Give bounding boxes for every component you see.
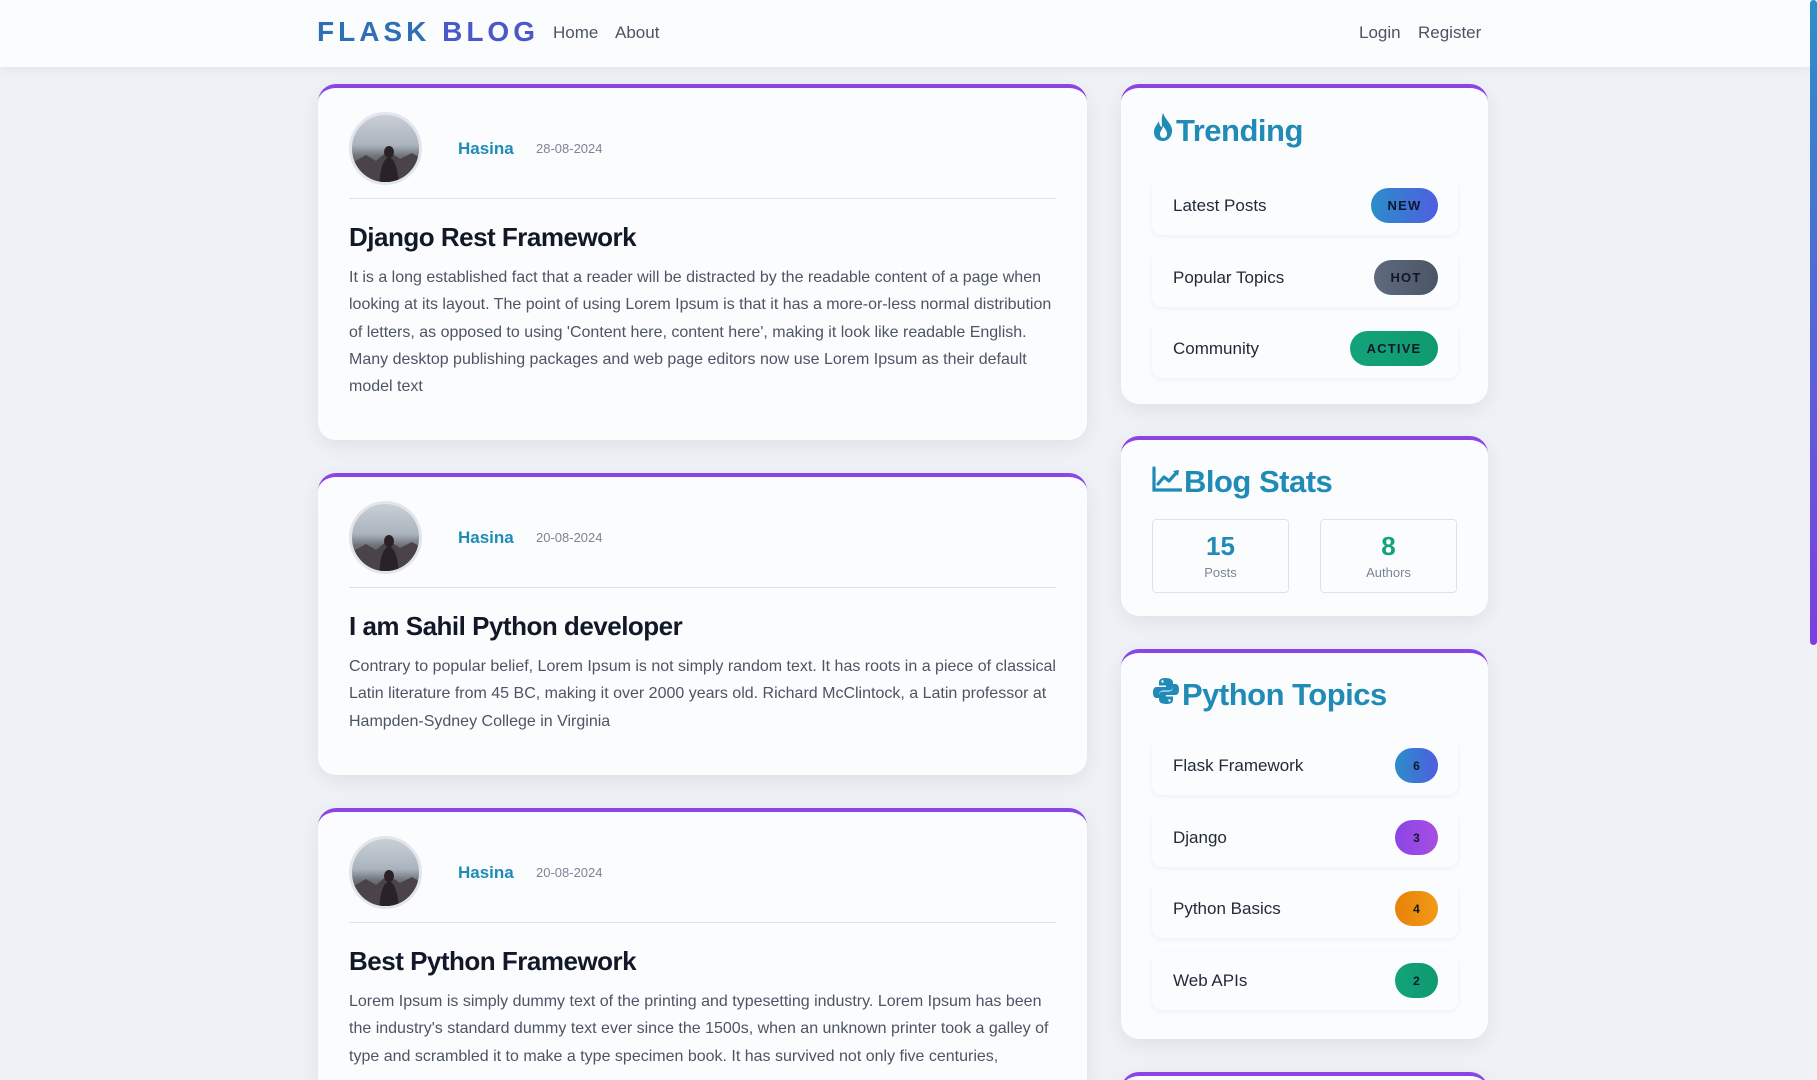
topic-item[interactable]: Python Basics 4: [1152, 880, 1458, 938]
post-excerpt: Contrary to popular belief, Lorem Ipsum …: [349, 658, 1056, 730]
avatar-image: [352, 146, 419, 182]
badge-active: ACTIVE: [1350, 331, 1438, 366]
nav-about-link[interactable]: About: [615, 23, 659, 43]
post-author-link[interactable]: Hasina: [458, 528, 514, 548]
trending-title: Trending: [1152, 112, 1303, 150]
trending-item[interactable]: Popular Topics HOT: [1152, 249, 1458, 307]
posts-stat: 15 Posts: [1152, 519, 1289, 593]
trending-item-label: Popular Topics: [1173, 268, 1285, 287]
post-card: Hasina 20-08-2024 Best Python Framework …: [318, 808, 1087, 1080]
authors-count: 8: [1381, 531, 1396, 561]
stats-title-text: Blog Stats: [1184, 464, 1333, 499]
post-author-link[interactable]: Hasina: [458, 139, 514, 159]
nav-home-link[interactable]: Home: [553, 23, 598, 43]
avatar: [349, 836, 422, 909]
topic-item[interactable]: Flask Framework 6: [1152, 737, 1458, 795]
trending-item[interactable]: Community ACTIVE: [1152, 320, 1458, 378]
stats-title: Blog Stats: [1152, 464, 1333, 500]
topic-item[interactable]: Web APIs 2: [1152, 952, 1458, 1010]
top-navbar: FLASK BLOG Home About Login Register: [0, 0, 1810, 67]
topic-label: Web APIs: [1173, 971, 1248, 990]
avatar-image: [352, 870, 419, 906]
post-card: Hasina 20-08-2024 I am Sahil Python deve…: [318, 473, 1087, 775]
scrollbar-thumb[interactable]: [1810, 0, 1817, 645]
post-title-link[interactable]: Django Rest Framework: [349, 222, 637, 253]
topic-count-badge: 4: [1395, 891, 1438, 926]
nav-login-link[interactable]: Login: [1359, 23, 1401, 43]
brand-logo[interactable]: FLASK BLOG: [317, 16, 539, 48]
post-date: 20-08-2024: [536, 530, 603, 545]
topic-label: Python Basics: [1173, 899, 1281, 918]
post-divider: [349, 198, 1056, 199]
post-header: Hasina 20-08-2024: [349, 836, 1056, 912]
trending-panel: Trending Latest Posts NEW Popular Topics…: [1121, 84, 1488, 404]
post-header: Hasina 28-08-2024: [349, 112, 1056, 188]
post-divider: [349, 922, 1056, 923]
nav-register-link[interactable]: Register: [1418, 23, 1481, 43]
topic-count-badge: 2: [1395, 963, 1438, 998]
topic-count-badge: 3: [1395, 820, 1438, 855]
topic-label: Flask Framework: [1173, 756, 1304, 775]
trending-title-text: Trending: [1176, 113, 1303, 148]
badge-new: NEW: [1371, 188, 1438, 223]
fire-icon: [1152, 112, 1174, 150]
post-excerpt: It is a long established fact that a rea…: [349, 269, 1052, 396]
authors-label: Authors: [1366, 565, 1411, 580]
topics-title: Python Topics: [1152, 677, 1387, 713]
avatar-image: [352, 535, 419, 571]
page-scrollbar[interactable]: [1810, 0, 1817, 1080]
post-title-link[interactable]: Best Python Framework: [349, 946, 637, 977]
sidebar-panel-next: [1121, 1072, 1488, 1080]
python-icon: [1152, 677, 1180, 713]
topic-count-badge: 6: [1395, 748, 1438, 783]
topic-label: Django: [1173, 828, 1227, 847]
post-date: 20-08-2024: [536, 865, 603, 880]
avatar: [349, 501, 422, 574]
python-topics-panel: Python Topics Flask Framework 6 Django 3…: [1121, 649, 1488, 1039]
post-date: 28-08-2024: [536, 141, 603, 156]
post-excerpt: Lorem Ipsum is simply dummy text of the …: [349, 993, 1049, 1065]
posts-count: 15: [1206, 531, 1235, 561]
trending-item[interactable]: Latest Posts NEW: [1152, 177, 1458, 235]
post-title-link[interactable]: I am Sahil Python developer: [349, 611, 683, 642]
chart-line-icon: [1152, 464, 1183, 500]
post-author-link[interactable]: Hasina: [458, 863, 514, 883]
trending-item-label: Latest Posts: [1173, 196, 1267, 215]
authors-stat: 8 Authors: [1320, 519, 1457, 593]
post-card: Hasina 28-08-2024 Django Rest Framework …: [318, 84, 1087, 440]
brand-part2: BLOG: [442, 16, 539, 47]
brand-part1: FLASK: [317, 16, 431, 47]
post-divider: [349, 587, 1056, 588]
topics-title-text: Python Topics: [1182, 677, 1387, 712]
post-header: Hasina 20-08-2024: [349, 501, 1056, 577]
trending-item-label: Community: [1173, 339, 1259, 358]
topic-item[interactable]: Django 3: [1152, 809, 1458, 867]
blog-stats-panel: Blog Stats 15 Posts 8 Authors: [1121, 436, 1488, 616]
badge-hot: HOT: [1374, 260, 1438, 295]
avatar: [349, 112, 422, 185]
posts-label: Posts: [1204, 565, 1237, 580]
